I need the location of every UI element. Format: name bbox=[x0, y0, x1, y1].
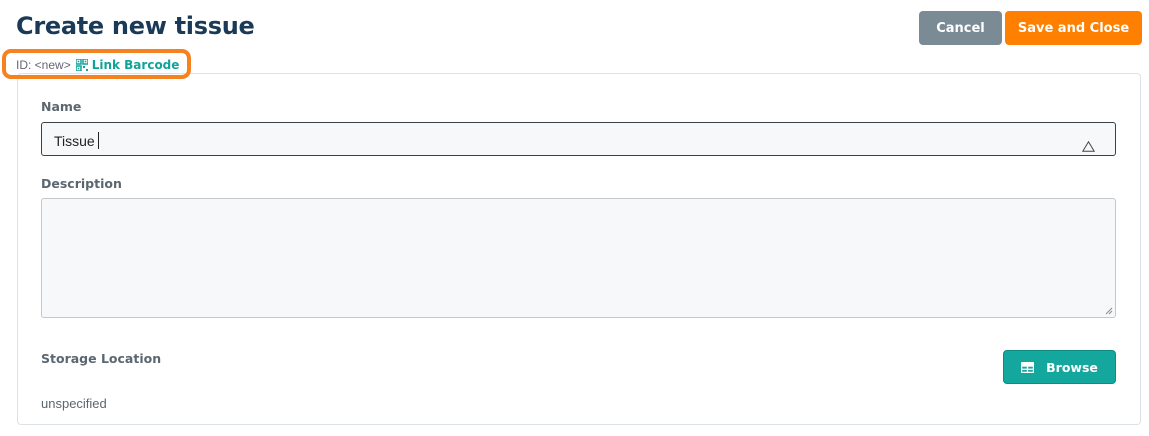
name-input[interactable]: Tissue bbox=[41, 122, 1116, 156]
text-caret bbox=[97, 132, 99, 149]
storage-location-value: unspecified bbox=[41, 396, 107, 411]
warning-triangle-icon bbox=[1082, 141, 1095, 152]
qr-code-icon bbox=[75, 59, 88, 71]
cancel-button[interactable]: Cancel bbox=[919, 11, 1002, 45]
browse-label: Browse bbox=[1046, 359, 1098, 375]
description-label: Description bbox=[41, 176, 122, 191]
grid-table-icon bbox=[1021, 361, 1035, 373]
page-title: Create new tissue bbox=[16, 12, 255, 40]
name-input-value: Tissue bbox=[54, 132, 95, 149]
browse-button[interactable]: Browse bbox=[1003, 350, 1116, 384]
link-barcode-link[interactable]: Link Barcode bbox=[75, 58, 180, 72]
link-barcode-label: Link Barcode bbox=[91, 58, 180, 72]
resize-handle-icon[interactable] bbox=[1105, 307, 1113, 315]
name-label: Name bbox=[41, 99, 82, 114]
storage-location-label: Storage Location bbox=[41, 351, 162, 366]
save-and-close-button[interactable]: Save and Close bbox=[1005, 11, 1142, 45]
id-row: ID: <new> Link Barcode bbox=[16, 57, 179, 73]
record-id: ID: <new> bbox=[16, 58, 71, 72]
description-textarea[interactable] bbox=[41, 198, 1116, 318]
